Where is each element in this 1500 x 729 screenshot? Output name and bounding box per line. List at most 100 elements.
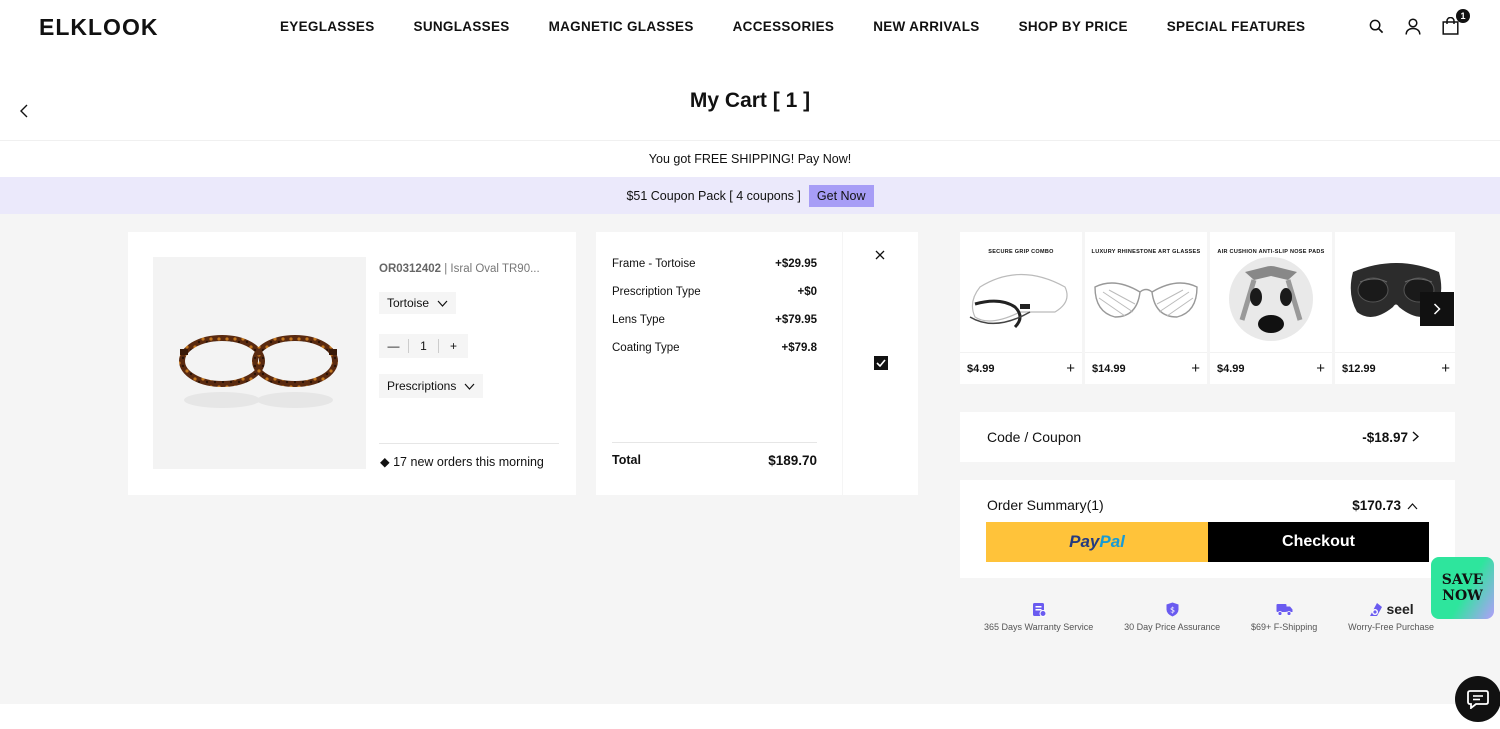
nav-eyeglasses[interactable]: EYEGLASSES bbox=[280, 19, 375, 34]
social-proof-text: 17 new orders this morning bbox=[393, 455, 544, 469]
rec-product-image[interactable]: SECURE GRIP COMBO bbox=[960, 232, 1082, 353]
carousel-next-chevron-icon[interactable] bbox=[1420, 292, 1454, 326]
save-now-line1: SAVE bbox=[1441, 572, 1484, 588]
seel-icon: seel bbox=[1368, 600, 1414, 618]
get-coupon-button[interactable]: Get Now bbox=[808, 184, 874, 207]
prescriptions-label: Prescriptions bbox=[387, 379, 457, 393]
cart-main: OR0312402 | Isral Oval TR90... Tortoise … bbox=[0, 214, 1500, 704]
rec-product-footer: $14.99 + bbox=[1085, 353, 1207, 384]
feature-label: Worry-Free Purchase bbox=[1348, 622, 1434, 632]
feature-worry-free: seel Worry-Free Purchase bbox=[1348, 600, 1434, 632]
chevron-down-icon bbox=[464, 379, 475, 393]
truck-icon bbox=[1276, 600, 1293, 618]
brand-logo[interactable]: ELKLOOK bbox=[39, 14, 158, 41]
item-total: Total $189.70 bbox=[612, 453, 817, 468]
rec-product-title: AIR CUSHION ANTI-SLIP NOSE PADS bbox=[1217, 249, 1325, 255]
rec-product-footer: $4.99 + bbox=[960, 353, 1082, 384]
header-actions: 1 bbox=[1366, 9, 1470, 37]
diamond-icon: ◆ bbox=[380, 455, 390, 469]
add-to-cart-plus-icon[interactable]: + bbox=[1316, 360, 1325, 377]
price-label: Lens Type bbox=[612, 314, 665, 326]
paypal-button[interactable]: Pay Pal bbox=[986, 522, 1208, 562]
chevron-up-icon[interactable] bbox=[1407, 497, 1418, 513]
nav-shop-by-price[interactable]: SHOP BY PRICE bbox=[1019, 19, 1128, 34]
feature-warranty: 365 Days Warranty Service bbox=[984, 600, 1093, 632]
nav-new-arrivals[interactable]: NEW ARRIVALS bbox=[873, 19, 979, 34]
price-row-lens: Lens Type +$79.95 bbox=[612, 314, 817, 342]
rec-product-price: $12.99 bbox=[1342, 362, 1376, 375]
color-selector[interactable]: Tortoise bbox=[379, 292, 457, 314]
add-to-cart-plus-icon[interactable]: + bbox=[1066, 360, 1075, 377]
add-to-cart-plus-icon[interactable]: + bbox=[1191, 360, 1200, 377]
price-label: Coating Type bbox=[612, 342, 680, 354]
nav-special-features[interactable]: SPECIAL FEATURES bbox=[1167, 19, 1306, 34]
divider bbox=[379, 443, 559, 444]
rec-product-card[interactable]: SECURE GRIP COMBO $4.99 + bbox=[960, 232, 1082, 384]
price-row-prescription: Prescription Type +$0 bbox=[612, 286, 817, 314]
select-item-checkbox[interactable] bbox=[874, 356, 888, 370]
decrease-quantity-button[interactable]: — bbox=[379, 339, 408, 353]
code-coupon-row[interactable]: Code / Coupon -$18.97 bbox=[960, 412, 1455, 462]
rec-product-card[interactable]: LUXURY RHINESTONE ART GLASSES $14.99 + bbox=[1085, 232, 1207, 384]
svg-text:$: $ bbox=[1170, 605, 1175, 614]
rec-product-card[interactable]: AIR CUSHION ANTI-SLIP NOSE PADS $4.99 + bbox=[1210, 232, 1332, 384]
product-sku: OR0312402 bbox=[379, 263, 442, 275]
price-label: Frame - Tortoise bbox=[612, 258, 696, 270]
search-icon[interactable] bbox=[1366, 15, 1386, 37]
coupon-pack-banner: $51 Coupon Pack [ 4 coupons ] Get Now bbox=[0, 177, 1500, 214]
color-value: Tortoise bbox=[387, 296, 430, 310]
nav-sunglasses[interactable]: SUNGLASSES bbox=[414, 19, 510, 34]
page-title: My Cart [ 1 ] bbox=[689, 89, 811, 112]
price-shield-icon: $ bbox=[1166, 600, 1179, 618]
price-row-coating: Coating Type +$79.8 bbox=[612, 342, 817, 370]
price-value: +$29.95 bbox=[775, 258, 817, 270]
paypal-logo-pal: Pal bbox=[1099, 532, 1125, 551]
cart-count-badge: 1 bbox=[1456, 9, 1470, 23]
cart-item-card: OR0312402 | Isral Oval TR90... Tortoise … bbox=[128, 232, 918, 495]
chat-bubble-icon[interactable] bbox=[1455, 676, 1500, 722]
price-label: Prescription Type bbox=[612, 286, 701, 298]
coupon-pack-text: $51 Coupon Pack [ 4 coupons ] bbox=[626, 188, 801, 203]
total-label: Total bbox=[612, 453, 641, 467]
quantity-value: 1 bbox=[408, 339, 439, 353]
feature-price-assurance: $ 30 Day Price Assurance bbox=[1124, 600, 1220, 632]
rec-product-title: SECURE GRIP COMBO bbox=[988, 249, 1054, 255]
rec-product-price: $14.99 bbox=[1092, 362, 1126, 375]
main-nav: EYEGLASSES SUNGLASSES MAGNETIC GLASSES A… bbox=[280, 19, 1305, 34]
order-summary-value-wrap: $170.73 bbox=[1352, 497, 1418, 513]
user-icon[interactable] bbox=[1403, 15, 1423, 37]
order-summary-value: $170.73 bbox=[1352, 497, 1401, 513]
quantity-stepper: — 1 + bbox=[379, 334, 468, 358]
rec-product-image[interactable]: LUXURY RHINESTONE ART GLASSES bbox=[1085, 232, 1207, 353]
product-sku-name[interactable]: OR0312402 | Isral Oval TR90... bbox=[379, 263, 540, 275]
free-shipping-notice: You got FREE SHIPPING! Pay Now! bbox=[648, 152, 852, 166]
shopping-bag-icon[interactable]: 1 bbox=[1440, 9, 1470, 37]
remove-item-close-icon[interactable] bbox=[874, 248, 886, 260]
save-now-badge[interactable]: SAVE NOW bbox=[1431, 557, 1494, 619]
price-breakdown: Frame - Tortoise +$29.95 Prescription Ty… bbox=[612, 258, 817, 370]
coupon-value-wrap: -$18.97 bbox=[1362, 429, 1420, 445]
social-proof: ◆ 17 new orders this morning bbox=[380, 454, 544, 469]
nav-accessories[interactable]: ACCESSORIES bbox=[733, 19, 835, 34]
rec-product-price: $4.99 bbox=[967, 362, 995, 375]
feature-shipping: $69+ F-Shipping bbox=[1251, 600, 1317, 632]
price-value: +$79.8 bbox=[781, 342, 818, 354]
paypal-logo-pay: Pay bbox=[1069, 532, 1100, 551]
divider bbox=[842, 232, 843, 495]
add-to-cart-plus-icon[interactable]: + bbox=[1441, 360, 1450, 377]
prescriptions-selector[interactable]: Prescriptions bbox=[379, 374, 484, 398]
total-value: $189.70 bbox=[768, 453, 817, 468]
seel-brand-text: seel bbox=[1386, 601, 1414, 617]
order-summary-header[interactable]: Order Summary(1) $170.73 bbox=[987, 497, 1418, 513]
save-now-line2: NOW bbox=[1442, 588, 1483, 604]
rec-product-price: $4.99 bbox=[1217, 362, 1245, 375]
service-features: 365 Days Warranty Service $ 30 Day Price… bbox=[984, 600, 1434, 632]
increase-quantity-button[interactable]: + bbox=[439, 339, 468, 353]
rec-product-image[interactable]: AIR CUSHION ANTI-SLIP NOSE PADS bbox=[1210, 232, 1332, 353]
cart-title-area: My Cart [ 1 ] bbox=[0, 54, 1500, 141]
product-image[interactable] bbox=[153, 257, 366, 469]
divider bbox=[612, 442, 817, 443]
checkout-button[interactable]: Checkout bbox=[1208, 522, 1429, 562]
rec-product-footer: $4.99 + bbox=[1210, 353, 1332, 384]
nav-magnetic-glasses[interactable]: MAGNETIC GLASSES bbox=[549, 19, 694, 34]
